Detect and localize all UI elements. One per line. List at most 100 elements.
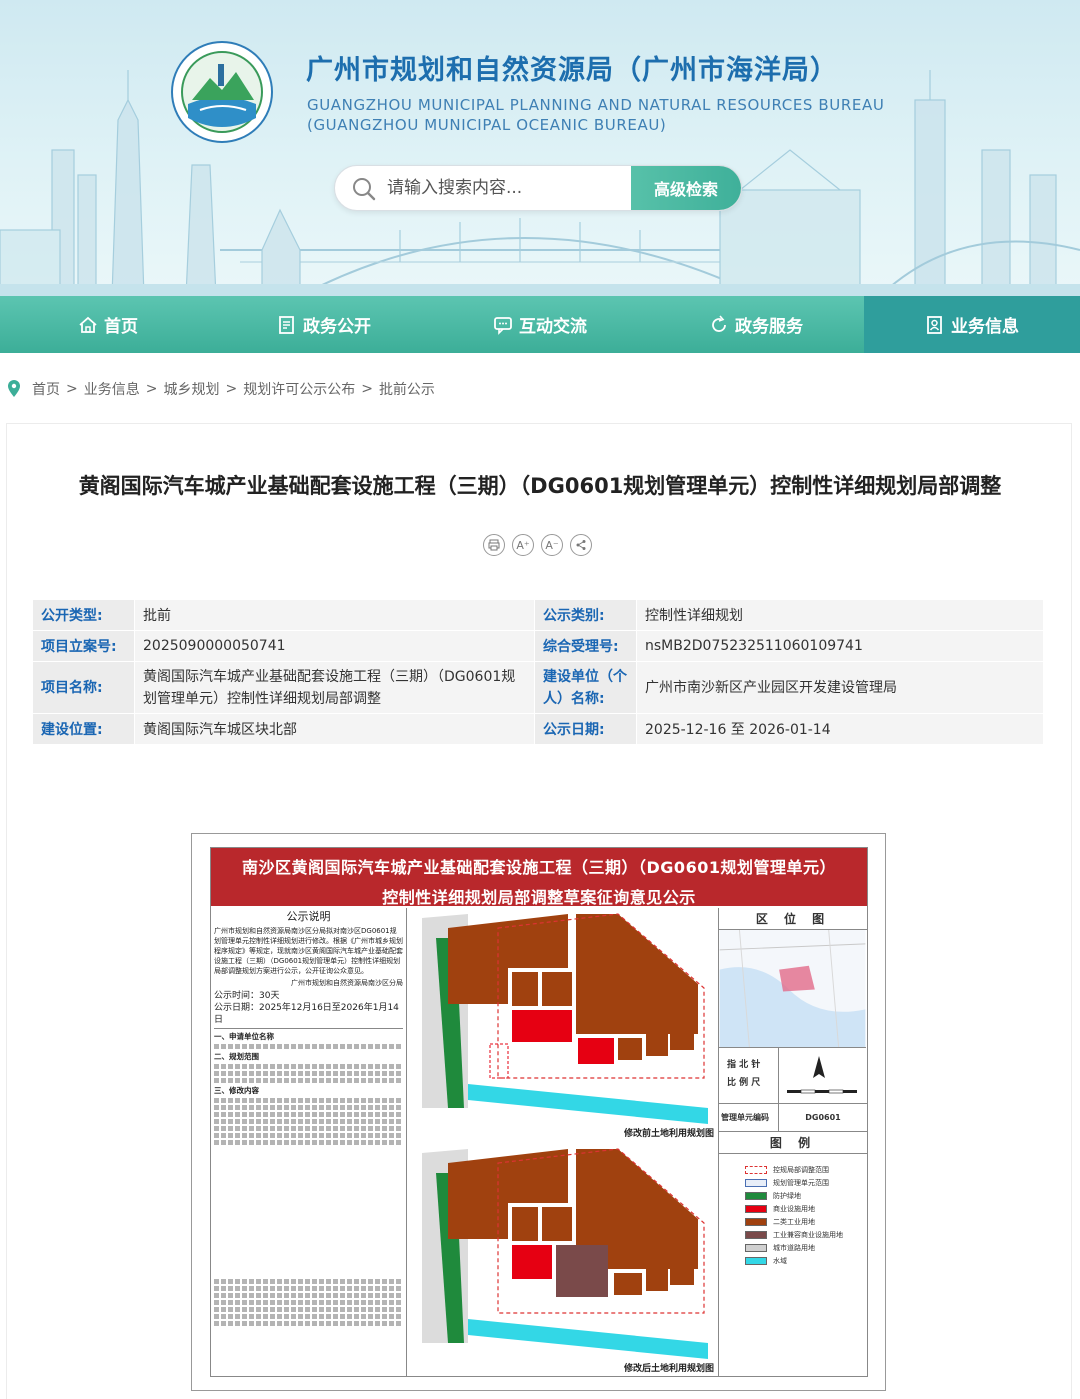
share-icon[interactable] bbox=[570, 534, 592, 556]
notice-body: 广州市规划和自然资源局南沙区分局拟对南沙区DG0601规划管理单元控制性详细规划… bbox=[214, 927, 403, 975]
document-icon bbox=[279, 315, 294, 334]
legend-item: 工业兼容商业设施用地 bbox=[745, 1230, 867, 1240]
fine-print bbox=[214, 1314, 403, 1319]
project-no-value: 2025090000050741 bbox=[134, 630, 535, 662]
breadcrumb-separator: > bbox=[66, 381, 78, 397]
print-icon[interactable] bbox=[483, 534, 505, 556]
legend-item: 城市道路用地 bbox=[745, 1243, 867, 1253]
legend-item: 二类工业用地 bbox=[745, 1217, 867, 1227]
notice-period: 公示时间：30天 bbox=[214, 991, 280, 1001]
type-value: 批前 bbox=[134, 599, 535, 631]
fine-print bbox=[214, 1140, 403, 1145]
unit-code-label: 管理单元编码 bbox=[719, 1104, 779, 1131]
font-smaller-icon[interactable]: A⁻ bbox=[541, 534, 563, 556]
legend: 控规局部调整范围 规划管理单元范围 防护绿地 商业设施用地 二类工业用地 工业兼… bbox=[719, 1154, 867, 1266]
breadcrumb-separator: > bbox=[225, 381, 238, 397]
notice-signature: 广州市规划和自然资源局南沙区分局 bbox=[291, 979, 403, 987]
project-info-table: 公开类型: 批前 公示类别: 控制性详细规划 项目立案号: 2025090000… bbox=[32, 599, 1044, 745]
poster-title-line2: 控制性详细规划局部调整草案征询意见公示 bbox=[382, 888, 696, 907]
map-after-caption: 修改后土地利用规划图 bbox=[623, 1364, 714, 1374]
fine-print bbox=[214, 1105, 403, 1110]
notice-section-1: 一、申请单位名称 bbox=[214, 1032, 274, 1041]
home-icon bbox=[79, 316, 97, 333]
bureau-logo-icon bbox=[171, 41, 273, 143]
advanced-search-button[interactable]: 高级检索 bbox=[631, 166, 741, 210]
nav-item-label: 首页 bbox=[104, 317, 138, 337]
nav-item-business-info[interactable]: 业务信息 bbox=[864, 296, 1080, 353]
breadcrumb-permit-publicity[interactable]: 规划许可公示公布 bbox=[243, 379, 355, 399]
type-label: 公开类型: bbox=[32, 599, 135, 631]
poster-frame: 南沙区黄阁国际汽车城产业基础配套设施工程（三期）（DG0601规划管理单元） 控… bbox=[210, 847, 868, 1377]
nav-item-label: 政务公开 bbox=[303, 317, 371, 337]
refresh-icon bbox=[712, 314, 726, 332]
article-title: 黄阁国际汽车城产业基础配套设施工程（三期）（DG0601规划管理单元）控制性详细… bbox=[78, 474, 1002, 498]
nav-item-label: 互动交流 bbox=[519, 317, 587, 337]
category-label: 公示类别: bbox=[534, 599, 637, 631]
legend-item: 规划管理单元范围 bbox=[745, 1178, 867, 1188]
land-use-map-after-drawing bbox=[408, 1143, 718, 1376]
map-before-caption: 修改前土地利用规划图 bbox=[623, 1129, 714, 1139]
breadcrumb-pre-approval[interactable]: 批前公示 bbox=[379, 379, 435, 399]
nav-item-label: 业务信息 bbox=[951, 317, 1019, 337]
search-icon bbox=[353, 178, 376, 201]
north-scale-block: 指 北 针 比 例 尺 bbox=[719, 1048, 867, 1104]
fine-print bbox=[214, 1133, 403, 1138]
site-title-english-line1: GUANGZHOU MUNICIPAL PLANNING AND NATURAL… bbox=[307, 96, 885, 114]
breadcrumb-urban-rural-planning[interactable]: 城乡规划 bbox=[163, 379, 219, 399]
fine-print bbox=[214, 1300, 403, 1305]
location-map bbox=[719, 930, 866, 1048]
breadcrumb-business-info[interactable]: 业务信息 bbox=[84, 379, 140, 399]
search-input[interactable] bbox=[387, 166, 627, 210]
land-use-map-after: 修改后土地利用规划图 bbox=[408, 1143, 718, 1376]
unit-code-row: 管理单元编码 DG0601 bbox=[719, 1104, 867, 1132]
notice-section-3: 三、修改内容 bbox=[214, 1086, 259, 1095]
legend-title: 图 例 bbox=[719, 1132, 867, 1154]
table-row: 建设位置: 黄阁国际汽车城区块北部 公示日期: 2025-12-16 至 202… bbox=[32, 713, 1044, 745]
fine-print bbox=[214, 1112, 403, 1117]
breadcrumb-home[interactable]: 首页 bbox=[32, 379, 60, 399]
city-skyline-illustration bbox=[0, 70, 1080, 296]
publicity-date-label: 公示日期: bbox=[534, 713, 637, 745]
publicity-date-value: 2025-12-16 至 2026-01-14 bbox=[636, 713, 1044, 745]
north-arrow-label: 指 北 针 bbox=[727, 1060, 761, 1070]
land-use-map-before-drawing bbox=[408, 908, 718, 1142]
breadcrumb: 首页 > 业务信息 > 城乡规划 > 规划许可公示公布 > 批前公示 bbox=[6, 378, 435, 400]
fine-print bbox=[214, 1119, 403, 1124]
site-header: 广州市规划和自然资源局（广州市海洋局） GUANGZHOU MUNICIPAL … bbox=[0, 0, 1080, 296]
search-box: 高级检索 bbox=[334, 165, 742, 211]
table-row: 项目名称: 黄阁国际汽车城产业基础配套设施工程（三期）（DG0601规划管理单元… bbox=[32, 661, 1044, 714]
nav-item-home[interactable]: 首页 bbox=[0, 296, 216, 353]
nav-item-services[interactable]: 政务服务 bbox=[648, 296, 864, 353]
nav-item-interaction[interactable]: 互动交流 bbox=[432, 296, 648, 353]
project-no-label: 项目立案号: bbox=[32, 630, 135, 662]
site-title-english-line2: (GUANGZHOU MUNICIPAL OCEANIC BUREAU) bbox=[307, 116, 667, 134]
land-use-map-before: 修改前土地利用规划图 bbox=[408, 908, 718, 1142]
fine-print bbox=[214, 1293, 403, 1298]
nav-item-government-affairs[interactable]: 政务公开 bbox=[216, 296, 432, 353]
north-arrow-icon bbox=[787, 1056, 857, 1094]
unit-code-value: DG0601 bbox=[805, 1113, 841, 1122]
planning-notice-poster[interactable]: 南沙区黄阁国际汽车城产业基础配套设施工程（三期）（DG0601规划管理单元） 控… bbox=[191, 833, 886, 1391]
legend-item: 水域 bbox=[745, 1256, 867, 1266]
accept-no-label: 综合受理号: bbox=[534, 630, 637, 662]
notice-dates: 公示日期：2025年12月16日至2026年1月14日 bbox=[214, 1002, 403, 1029]
fine-print bbox=[214, 1064, 403, 1069]
fine-print bbox=[214, 1321, 403, 1326]
nav-item-label: 政务服务 bbox=[735, 317, 803, 337]
article-tools: A⁺ A⁻ bbox=[483, 534, 592, 556]
legend-item: 控规局部调整范围 bbox=[745, 1165, 867, 1175]
location-pin-icon bbox=[8, 380, 20, 397]
notice-title: 公示说明 bbox=[286, 910, 331, 923]
notice-section-2: 二、规划范围 bbox=[214, 1052, 259, 1061]
table-row: 项目立案号: 2025090000050741 综合受理号: nsMB2D075… bbox=[32, 630, 1044, 662]
breadcrumb-separator: > bbox=[361, 381, 373, 397]
fine-print bbox=[214, 1044, 403, 1049]
fine-print bbox=[214, 1286, 403, 1291]
location-label: 建设位置: bbox=[32, 713, 135, 745]
font-larger-icon[interactable]: A⁺ bbox=[512, 534, 534, 556]
poster-header: 南沙区黄阁国际汽车城产业基础配套设施工程（三期）（DG0601规划管理单元） 控… bbox=[211, 848, 867, 907]
legend-item: 商业设施用地 bbox=[745, 1204, 867, 1214]
poster-notice-column: 公示说明 广州市规划和自然资源局南沙区分局拟对南沙区DG0601规划管理单元控制… bbox=[211, 908, 407, 1376]
scale-label: 比 例 尺 bbox=[727, 1078, 761, 1088]
site-title-chinese: 广州市规划和自然资源局（广州市海洋局） bbox=[306, 55, 838, 86]
